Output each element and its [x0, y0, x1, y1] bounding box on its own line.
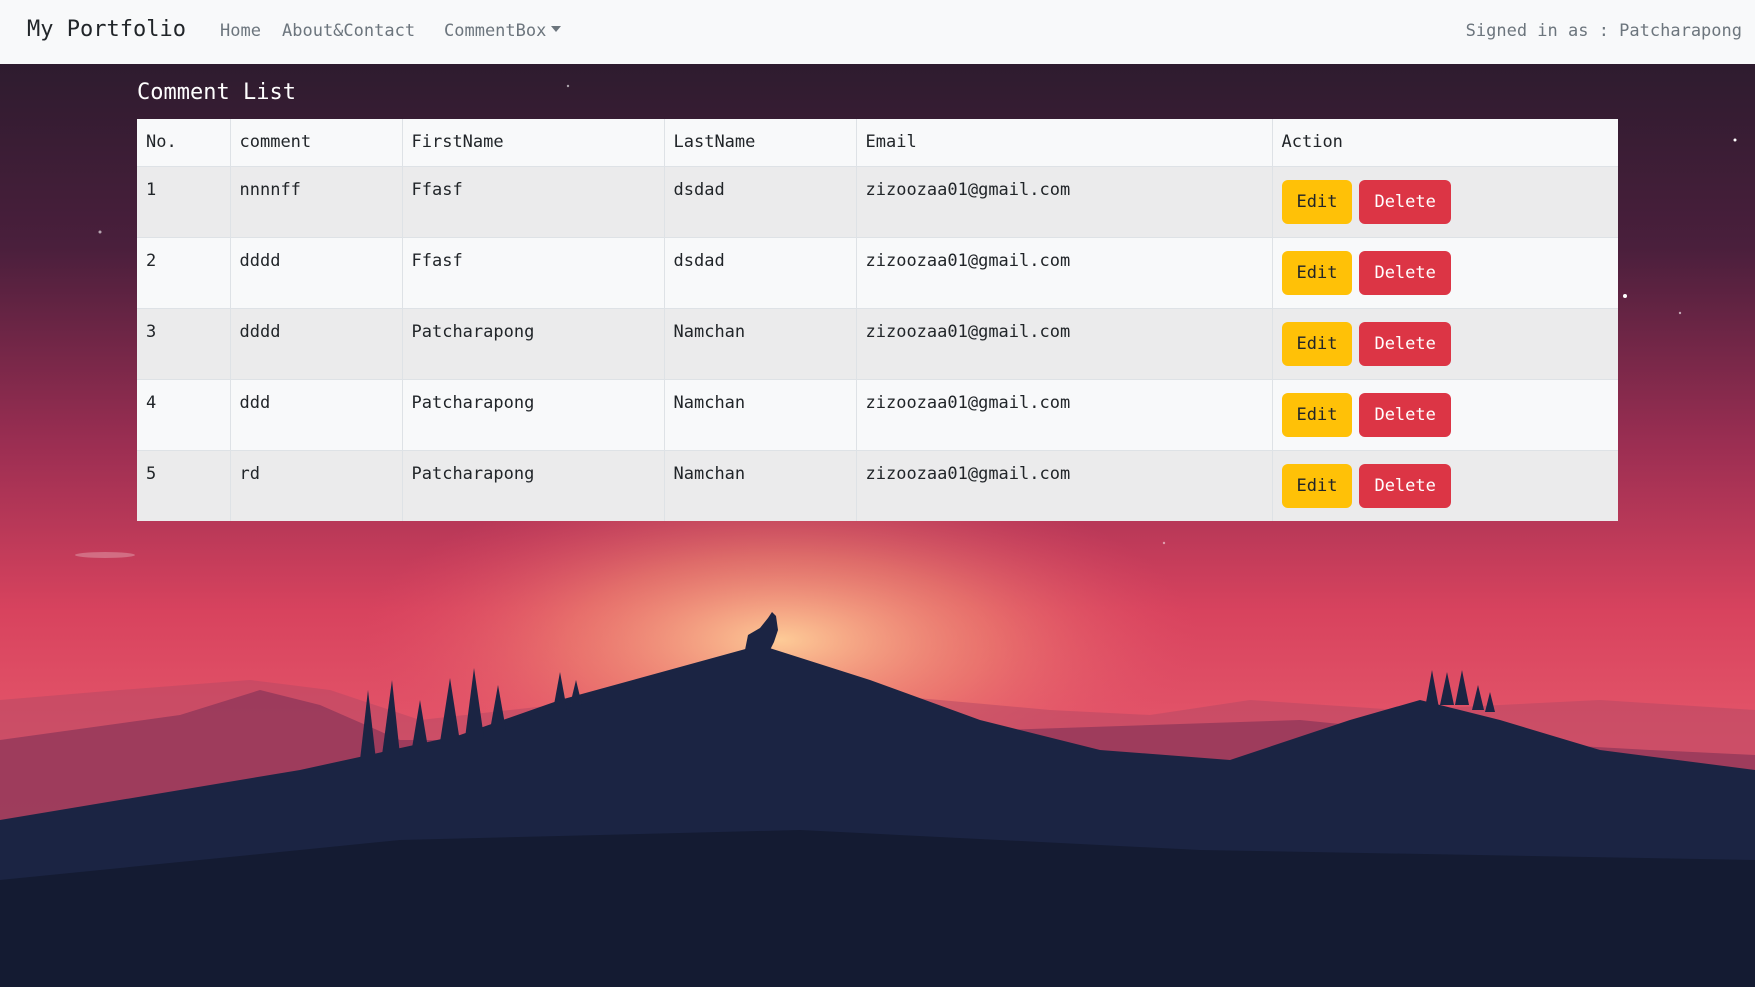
cell-no: 5	[137, 450, 231, 521]
cell-email: zizoozaa01@gmail.com	[856, 166, 1273, 237]
nav-dropdown-commentbox-label: CommentBox	[444, 21, 547, 41]
cell-comment: dddd	[230, 237, 403, 308]
header-firstname: FirstName	[402, 119, 665, 167]
table-row: 3 dddd Patcharapong Namchan zizoozaa01@g…	[137, 308, 1618, 379]
cell-no: 4	[137, 379, 231, 450]
cell-lastname: dsdad	[664, 166, 857, 237]
nav-dropdown-commentbox[interactable]: CommentBox	[444, 21, 562, 41]
cell-firstname: Patcharapong	[402, 450, 665, 521]
cell-comment: dddd	[230, 308, 403, 379]
cell-action: Edit Delete	[1272, 166, 1618, 237]
cell-email: zizoozaa01@gmail.com	[856, 237, 1273, 308]
delete-button[interactable]: Delete	[1359, 179, 1451, 224]
cell-action: Edit Delete	[1272, 237, 1618, 308]
nav-link-about-contact[interactable]: About&Contact	[282, 21, 415, 41]
cell-firstname: Patcharapong	[402, 379, 665, 450]
cell-comment: ddd	[230, 379, 403, 450]
edit-button[interactable]: Edit	[1281, 179, 1353, 224]
main-content: Comment List No. comment FirstName LastN…	[137, 64, 1618, 521]
cell-action: Edit Delete	[1272, 379, 1618, 450]
table-row: 4 ddd Patcharapong Namchan zizoozaa01@gm…	[137, 379, 1618, 450]
table-header: No. comment FirstName LastName Email Act…	[137, 119, 1618, 167]
table-body: 1 nnnnff Ffasf dsdad zizoozaa01@gmail.co…	[137, 166, 1618, 521]
cell-lastname: Namchan	[664, 308, 857, 379]
nav-link-home[interactable]: Home	[220, 21, 261, 41]
top-navbar: My Portfolio Home About&Contact CommentB…	[0, 0, 1755, 64]
delete-button[interactable]: Delete	[1359, 463, 1451, 508]
cell-firstname: Ffasf	[402, 237, 665, 308]
header-comment: comment	[230, 119, 403, 167]
header-email: Email	[856, 119, 1273, 167]
edit-button[interactable]: Edit	[1281, 250, 1353, 295]
cell-lastname: Namchan	[664, 379, 857, 450]
cell-email: zizoozaa01@gmail.com	[856, 308, 1273, 379]
delete-button[interactable]: Delete	[1359, 321, 1451, 366]
delete-button[interactable]: Delete	[1359, 392, 1451, 437]
table-row: 1 nnnnff Ffasf dsdad zizoozaa01@gmail.co…	[137, 166, 1618, 237]
cell-no: 2	[137, 237, 231, 308]
cell-firstname: Patcharapong	[402, 308, 665, 379]
table-row: 5 rd Patcharapong Namchan zizoozaa01@gma…	[137, 450, 1618, 521]
chevron-down-icon	[551, 26, 562, 32]
cell-lastname: Namchan	[664, 450, 857, 521]
signed-in-status: Signed in as : Patcharapong	[1465, 21, 1742, 41]
cell-firstname: Ffasf	[402, 166, 665, 237]
edit-button[interactable]: Edit	[1281, 321, 1353, 366]
cell-action: Edit Delete	[1272, 308, 1618, 379]
cell-no: 1	[137, 166, 231, 237]
cell-comment: nnnnff	[230, 166, 403, 237]
cell-email: zizoozaa01@gmail.com	[856, 450, 1273, 521]
delete-button[interactable]: Delete	[1359, 250, 1451, 295]
cell-action: Edit Delete	[1272, 450, 1618, 521]
cell-email: zizoozaa01@gmail.com	[856, 379, 1273, 450]
edit-button[interactable]: Edit	[1281, 392, 1353, 437]
header-lastname: LastName	[664, 119, 857, 167]
header-action: Action	[1272, 119, 1618, 167]
header-no: No.	[137, 119, 231, 167]
edit-button[interactable]: Edit	[1281, 463, 1353, 508]
cell-lastname: dsdad	[664, 237, 857, 308]
brand-logo-link[interactable]: My Portfolio	[27, 17, 186, 42]
table-header-row: No. comment FirstName LastName Email Act…	[137, 119, 1618, 167]
cell-no: 3	[137, 308, 231, 379]
table-row: 2 dddd Ffasf dsdad zizoozaa01@gmail.com …	[137, 237, 1618, 308]
cell-comment: rd	[230, 450, 403, 521]
page-title: Comment List	[137, 80, 296, 105]
comment-table: No. comment FirstName LastName Email Act…	[137, 119, 1618, 521]
